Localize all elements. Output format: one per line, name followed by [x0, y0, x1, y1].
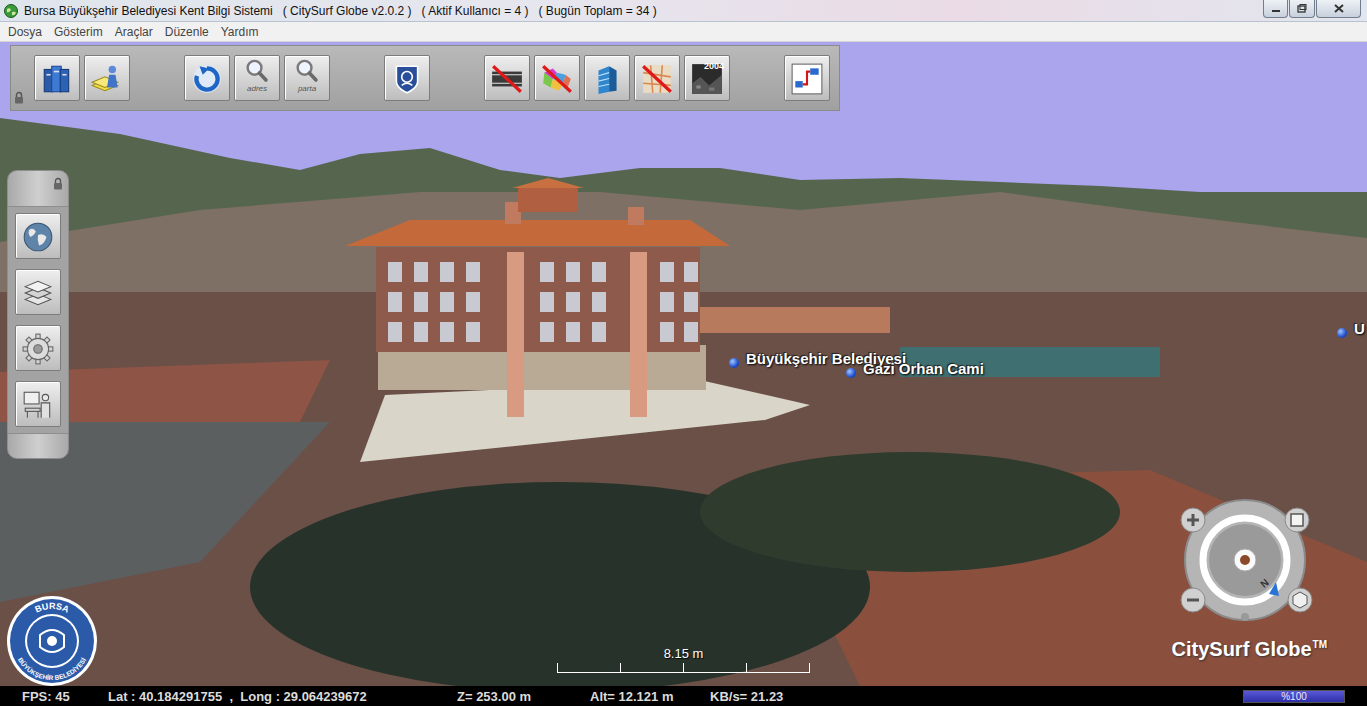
side-toolbar [7, 170, 69, 459]
tilt-view-button[interactable] [1288, 588, 1312, 612]
buildings-3d-icon [590, 62, 624, 96]
district-map-off-icon [540, 62, 574, 96]
zoom-out-button[interactable] [1181, 588, 1205, 612]
full-view-button[interactable] [1285, 508, 1309, 532]
pin-dot [729, 358, 739, 368]
network-route-icon [790, 62, 824, 96]
scale-ruler [557, 663, 810, 673]
fps-reading: FPS: 45 [22, 689, 108, 704]
photo-year: 2004 [704, 61, 724, 71]
magnifier-icon [244, 58, 270, 84]
magnifier-icon [294, 58, 320, 84]
globe-viewport: Büyükşehir BelediyesiGazi Orhan CamiUadr… [0, 42, 1367, 686]
scale-label: 8.15 m [664, 646, 704, 661]
minimize-icon [1271, 5, 1281, 13]
pin-label: Gazi Orhan Cami [863, 360, 984, 377]
tool-button[interactable] [584, 55, 630, 101]
side-toolbar-lock[interactable] [53, 177, 63, 190]
logo-holder: BURSA BÜYÜKŞEHİR BELEDİYESİ [6, 595, 98, 686]
title-bar: Bursa Büyükşehir Belediyesi Kent Bilgi S… [0, 0, 1367, 22]
pin-dot [846, 368, 856, 378]
globe-icon [21, 220, 55, 254]
side-tool-button[interactable] [15, 213, 61, 259]
tool-group: adres parta [184, 55, 330, 101]
map-pin[interactable]: Gazi Orhan Cami [846, 360, 984, 378]
logo-top-text: BURSA [33, 601, 71, 615]
city-map-off-icon [640, 62, 674, 96]
side-toolbar-bottom [7, 433, 69, 459]
refresh-icon [190, 62, 224, 96]
app-window: Bursa Büyükşehir Belediyesi Kent Bilgi S… [0, 0, 1367, 706]
binders-icon [40, 62, 74, 96]
tool-group [34, 55, 130, 101]
lock-icon [14, 91, 24, 104]
municipal-emblem-icon [390, 62, 424, 96]
tool-button[interactable] [34, 55, 80, 101]
tool-group [384, 55, 430, 101]
tool-group [784, 55, 830, 101]
logo-bottom-text: BÜYÜKŞEHİR BELEDİYESİ [17, 656, 87, 681]
lock-icon [53, 177, 63, 190]
road-layer-off-icon [490, 62, 524, 96]
menu-item[interactable]: Düzenle [159, 25, 215, 39]
compass-holder: N [1175, 490, 1315, 630]
scene-view[interactable] [0, 42, 1367, 686]
layers-icon [21, 276, 55, 310]
side-tool-button[interactable] [15, 325, 61, 371]
side-tool-button[interactable] [15, 381, 61, 427]
progress-label: %100 [1281, 691, 1307, 702]
gear-icon [21, 332, 55, 366]
status-bar: FPS: 45Lat : 40.184291755 , Long : 29.06… [0, 686, 1367, 706]
window-title: Bursa Büyükşehir Belediyesi Kent Bilgi S… [24, 4, 1257, 18]
menu-item[interactable]: Yardım [215, 25, 265, 39]
tool-button[interactable]: parta [284, 55, 330, 101]
maximize-button[interactable] [1289, 0, 1315, 18]
minimize-button[interactable] [1263, 0, 1288, 18]
brand-name: CitySurf GlobeTM [1172, 638, 1327, 661]
app-globe-icon [4, 4, 18, 18]
main-toolbar: adres parta 2004 [10, 45, 840, 111]
side-toolbar-top [7, 170, 69, 207]
tool-button[interactable] [384, 55, 430, 101]
tool-button[interactable]: adres [234, 55, 280, 101]
z-reading: Z= 253.00 m [457, 689, 590, 704]
zoom-in-button[interactable] [1181, 508, 1205, 532]
load-progress: %100 [1243, 690, 1345, 703]
bursa-municipality-logo: BURSA BÜYÜKŞEHİR BELEDİYESİ [6, 595, 98, 686]
toolbar-lock[interactable] [14, 91, 24, 104]
tool-button[interactable] [484, 55, 530, 101]
menu-item[interactable]: Gösterim [48, 25, 109, 39]
scale-bar: 8.15 m [557, 646, 810, 673]
tool-button[interactable] [784, 55, 830, 101]
trademark: TM [1313, 639, 1327, 650]
pin-dot [1337, 328, 1347, 338]
presenter-icon [21, 388, 55, 422]
tool-button[interactable]: 2004 [684, 55, 730, 101]
tool-caption: parta [298, 84, 316, 93]
side-tool-button[interactable] [15, 269, 61, 315]
menu-item[interactable]: Araçlar [109, 25, 159, 39]
tool-button[interactable] [534, 55, 580, 101]
menu-bar: DosyaGösterimAraçlarDüzenleYardım [0, 22, 1367, 42]
user-papers-icon [90, 62, 124, 96]
tool-group: 2004 [484, 55, 730, 101]
window-controls [1263, 0, 1361, 18]
map-pin[interactable]: U [1337, 320, 1365, 338]
tool-caption: adres [247, 84, 267, 93]
tool-button[interactable] [634, 55, 680, 101]
north-label: N [1258, 577, 1271, 590]
tool-button[interactable] [84, 55, 130, 101]
restore-icon [1297, 4, 1307, 13]
pin-label: U [1354, 320, 1365, 337]
close-icon [1334, 4, 1344, 13]
side-button-list [7, 207, 69, 433]
navigation-compass[interactable]: N [1175, 490, 1315, 630]
rate-reading: KB/s= 21.23 [710, 689, 1243, 704]
altitude-reading: Alt= 12.121 m [590, 689, 710, 704]
tool-button[interactable] [184, 55, 230, 101]
position-reading: Lat : 40.184291755 , Long : 29.064239672 [108, 689, 457, 704]
menu-item[interactable]: Dosya [2, 25, 48, 39]
close-button[interactable] [1316, 0, 1361, 18]
